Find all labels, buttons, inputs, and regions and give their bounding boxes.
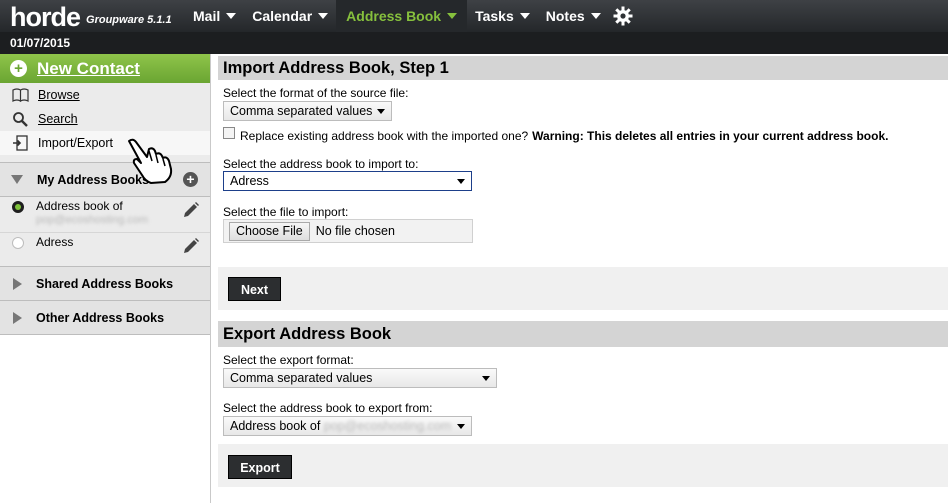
divider bbox=[0, 155, 210, 163]
sidebar-item-browse-label: Browse bbox=[38, 88, 80, 102]
sidebar-item-import-export[interactable]: Import/Export bbox=[0, 131, 210, 155]
export-book-owner: pop@ecoshosting.com bbox=[323, 419, 452, 433]
add-address-book-icon[interactable]: + bbox=[183, 172, 198, 187]
new-contact-button[interactable]: + New Contact bbox=[0, 54, 210, 83]
address-book-name: Address book of bbox=[36, 199, 123, 213]
import-book-value: Adress bbox=[230, 174, 269, 188]
import-heading: Import Address Book, Step 1 bbox=[218, 56, 948, 80]
replace-checkbox[interactable] bbox=[223, 127, 235, 139]
chevron-down-icon bbox=[519, 13, 530, 19]
selected-radio-icon[interactable] bbox=[12, 201, 24, 213]
import-book-select[interactable]: Adress bbox=[223, 171, 472, 191]
sidebar-item-import-export-label: Import/Export bbox=[38, 136, 114, 150]
import-book-label: Select the address book to import to: bbox=[223, 157, 419, 171]
version-label: Groupware 5.1.1 bbox=[86, 14, 172, 26]
export-book-value: Address book of bbox=[230, 419, 321, 433]
sidebar-item-browse[interactable]: Browse bbox=[0, 83, 210, 107]
import-export-icon bbox=[13, 134, 28, 151]
my-address-books-header[interactable]: My Address Books + bbox=[0, 163, 210, 197]
collapse-icon bbox=[11, 175, 23, 184]
address-book-item[interactable]: Adress bbox=[0, 233, 210, 267]
horde-logo[interactable]: horde Groupware 5.1.1 bbox=[0, 0, 185, 32]
import-format-select[interactable]: Comma separated values bbox=[223, 101, 392, 121]
address-book-owner: pop@ecoshosting.com bbox=[36, 214, 149, 226]
menu-mail[interactable]: Mail bbox=[185, 0, 244, 32]
new-contact-label: New Contact bbox=[37, 58, 140, 78]
dropdown-arrow-icon bbox=[377, 109, 385, 114]
chevron-down-icon bbox=[318, 13, 329, 19]
menu-notes[interactable]: Notes bbox=[538, 0, 609, 32]
export-heading: Export Address Book bbox=[218, 321, 948, 347]
dropdown-arrow-icon bbox=[482, 376, 490, 381]
replace-text: Replace existing address book with the i… bbox=[240, 129, 529, 143]
plus-icon: + bbox=[10, 60, 27, 77]
logo-text: horde bbox=[10, 2, 81, 32]
export-format-label: Select the export format: bbox=[223, 353, 354, 367]
address-book-name: Adress bbox=[36, 235, 74, 249]
main-content: Import Address Book, Step 1 Select the f… bbox=[218, 54, 948, 503]
date-bar: 01/07/2015 bbox=[0, 32, 948, 54]
export-book-label: Select the address book to export from: bbox=[223, 401, 433, 415]
no-file-text: No file chosen bbox=[315, 224, 395, 238]
menu-address-book[interactable]: Address Book bbox=[336, 0, 468, 32]
expand-icon bbox=[13, 277, 22, 290]
import-format-label: Select the format of the source file: bbox=[223, 86, 409, 100]
import-actions: Next bbox=[218, 267, 948, 310]
top-menu-bar: horde Groupware 5.1.1 Mail Calendar Addr… bbox=[0, 0, 948, 32]
sidebar-item-search[interactable]: Search bbox=[0, 107, 210, 131]
export-book-select[interactable]: Address book of pop@ecoshosting.com bbox=[223, 416, 472, 436]
menu-calendar[interactable]: Calendar bbox=[244, 0, 336, 32]
export-format-value: Comma separated values bbox=[230, 371, 373, 385]
search-icon bbox=[13, 112, 28, 127]
book-icon bbox=[12, 88, 29, 102]
sidebar: + New Contact Browse Search Import/Expor… bbox=[0, 54, 211, 503]
edit-pencil-icon[interactable] bbox=[182, 201, 200, 222]
sidebar-item-search-label: Search bbox=[38, 112, 78, 126]
next-button[interactable]: Next bbox=[228, 277, 281, 301]
address-book-item[interactable]: Address book of pop@ecoshosting.com bbox=[0, 197, 210, 233]
chevron-down-icon bbox=[590, 13, 601, 19]
edit-pencil-icon[interactable] bbox=[182, 237, 200, 258]
other-address-books-label: Other Address Books bbox=[36, 310, 165, 325]
expand-icon bbox=[13, 311, 22, 324]
chevron-down-icon bbox=[447, 13, 458, 19]
menu-calendar-label: Calendar bbox=[252, 8, 313, 24]
export-button[interactable]: Export bbox=[228, 455, 292, 479]
menu-tasks-label: Tasks bbox=[475, 8, 514, 24]
file-input: Choose File No file chosen bbox=[223, 219, 473, 243]
choose-file-button[interactable]: Choose File bbox=[229, 221, 310, 241]
unselected-radio-icon[interactable] bbox=[12, 237, 24, 249]
menu-address-book-label: Address Book bbox=[346, 8, 442, 24]
menu-notes-label: Notes bbox=[545, 8, 585, 24]
dropdown-arrow-icon bbox=[457, 179, 465, 184]
gear-icon[interactable] bbox=[613, 6, 633, 26]
menu-tasks[interactable]: Tasks bbox=[467, 0, 538, 32]
menu-mail-label: Mail bbox=[193, 8, 221, 24]
replace-warning: Warning: This deletes all entries in you… bbox=[532, 129, 889, 143]
shared-address-books-header[interactable]: Shared Address Books bbox=[0, 267, 210, 301]
export-actions: Export bbox=[218, 444, 948, 487]
import-file-label: Select the file to import: bbox=[223, 205, 349, 219]
import-format-value: Comma separated values bbox=[230, 104, 373, 118]
dropdown-arrow-icon bbox=[457, 424, 465, 429]
hand-cursor-icon bbox=[128, 138, 173, 184]
other-address-books-header[interactable]: Other Address Books bbox=[0, 301, 210, 335]
replace-option: Replace existing address book with the i… bbox=[223, 123, 888, 143]
chevron-down-icon bbox=[226, 13, 237, 19]
export-format-select[interactable]: Comma separated values bbox=[223, 368, 497, 388]
shared-address-books-label: Shared Address Books bbox=[36, 276, 174, 291]
